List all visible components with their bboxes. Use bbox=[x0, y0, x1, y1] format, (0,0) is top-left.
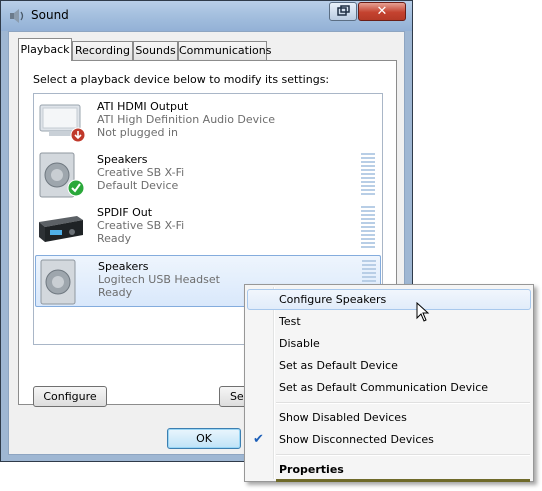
device-name: SPDIF Out bbox=[97, 206, 153, 219]
restore-button[interactable] bbox=[329, 2, 357, 21]
close-button[interactable]: ✕ bbox=[358, 2, 406, 21]
tab-playback[interactable]: Playback bbox=[18, 38, 72, 61]
device-status: Default Device bbox=[97, 179, 179, 192]
window-title: Sound bbox=[31, 8, 69, 22]
menu-item-set-default-device[interactable]: Set as Default Device bbox=[247, 355, 531, 376]
menu-item-properties[interactable]: Properties bbox=[247, 459, 531, 480]
menu-item-label: Properties bbox=[279, 463, 344, 476]
instruction-text: Select a playback device below to modify… bbox=[33, 73, 330, 86]
device-status: Ready bbox=[98, 286, 133, 299]
speaker-icon bbox=[40, 259, 76, 305]
tab-sounds[interactable]: Sounds bbox=[133, 41, 178, 60]
volume-level-meter bbox=[361, 153, 375, 197]
device-name: ATI HDMI Output bbox=[97, 100, 189, 113]
device-driver: Creative SB X-Fi bbox=[97, 166, 185, 179]
device-driver: Logitech USB Headset bbox=[98, 273, 220, 286]
monitor-icon bbox=[39, 104, 86, 143]
menu-separator bbox=[276, 454, 530, 456]
tab-recording[interactable]: Recording bbox=[72, 41, 133, 60]
menu-item-label: Disable bbox=[279, 337, 320, 350]
menu-separator bbox=[276, 402, 530, 404]
menu-item-configure-speakers[interactable]: Configure Speakers bbox=[247, 289, 531, 310]
device-driver: ATI High Definition Audio Device bbox=[97, 113, 276, 126]
ok-button[interactable]: OK bbox=[167, 428, 241, 449]
title-bar[interactable]: Sound ✕ bbox=[1, 1, 412, 31]
speaker-title-icon bbox=[10, 9, 24, 23]
speaker-icon bbox=[39, 152, 85, 198]
receiver-icon bbox=[39, 216, 83, 242]
menu-item-disable[interactable]: Disable bbox=[247, 333, 531, 354]
volume-level-meter bbox=[361, 206, 375, 250]
menu-item-test[interactable]: Test bbox=[247, 311, 531, 332]
device-ati-hdmi[interactable]: ATI HDMI Output ATI High Definition Audi… bbox=[35, 96, 381, 148]
device-spdif-out[interactable]: SPDIF Out Creative SB X-Fi Ready bbox=[35, 202, 381, 254]
menu-item-label: Show Disconnected Devices bbox=[279, 433, 434, 446]
tab-label: Sounds bbox=[135, 44, 176, 57]
tab-label: Recording bbox=[74, 44, 131, 57]
menu-item-show-disconnected-devices[interactable]: ✔ Show Disconnected Devices bbox=[247, 429, 531, 450]
menu-item-label: Set as Default Device bbox=[279, 359, 398, 372]
menu-item-label: Configure Speakers bbox=[279, 293, 387, 306]
device-driver: Creative SB X-Fi bbox=[97, 219, 185, 232]
tab-label: Communications bbox=[179, 44, 272, 57]
device-status: Not plugged in bbox=[97, 126, 179, 139]
close-icon: ✕ bbox=[376, 4, 388, 19]
menu-item-label: Show Disabled Devices bbox=[279, 411, 407, 424]
configure-button[interactable]: Configure bbox=[33, 386, 107, 407]
menu-item-label: Test bbox=[279, 315, 301, 328]
device-status: Ready bbox=[97, 232, 132, 245]
device-name: Speakers bbox=[98, 260, 149, 273]
device-speakers-sbxfi[interactable]: Speakers Creative SB X-Fi Default Device bbox=[35, 149, 381, 201]
mouse-pointer-icon bbox=[416, 302, 430, 322]
tab-label: Playback bbox=[20, 43, 70, 56]
menu-item-label: Set as Default Communication Device bbox=[279, 381, 489, 394]
device-name: Speakers bbox=[97, 153, 148, 166]
properties-underline bbox=[276, 479, 530, 482]
menu-item-set-default-communication-device[interactable]: Set as Default Communication Device bbox=[247, 377, 531, 398]
context-menu: Configure Speakers Test Disable Set as D… bbox=[244, 284, 534, 482]
tab-communications[interactable]: Communications bbox=[178, 41, 271, 60]
menu-item-show-disabled-devices[interactable]: Show Disabled Devices bbox=[247, 407, 531, 428]
restore-icon bbox=[337, 5, 350, 16]
checkmark-icon: ✔ bbox=[253, 432, 264, 447]
